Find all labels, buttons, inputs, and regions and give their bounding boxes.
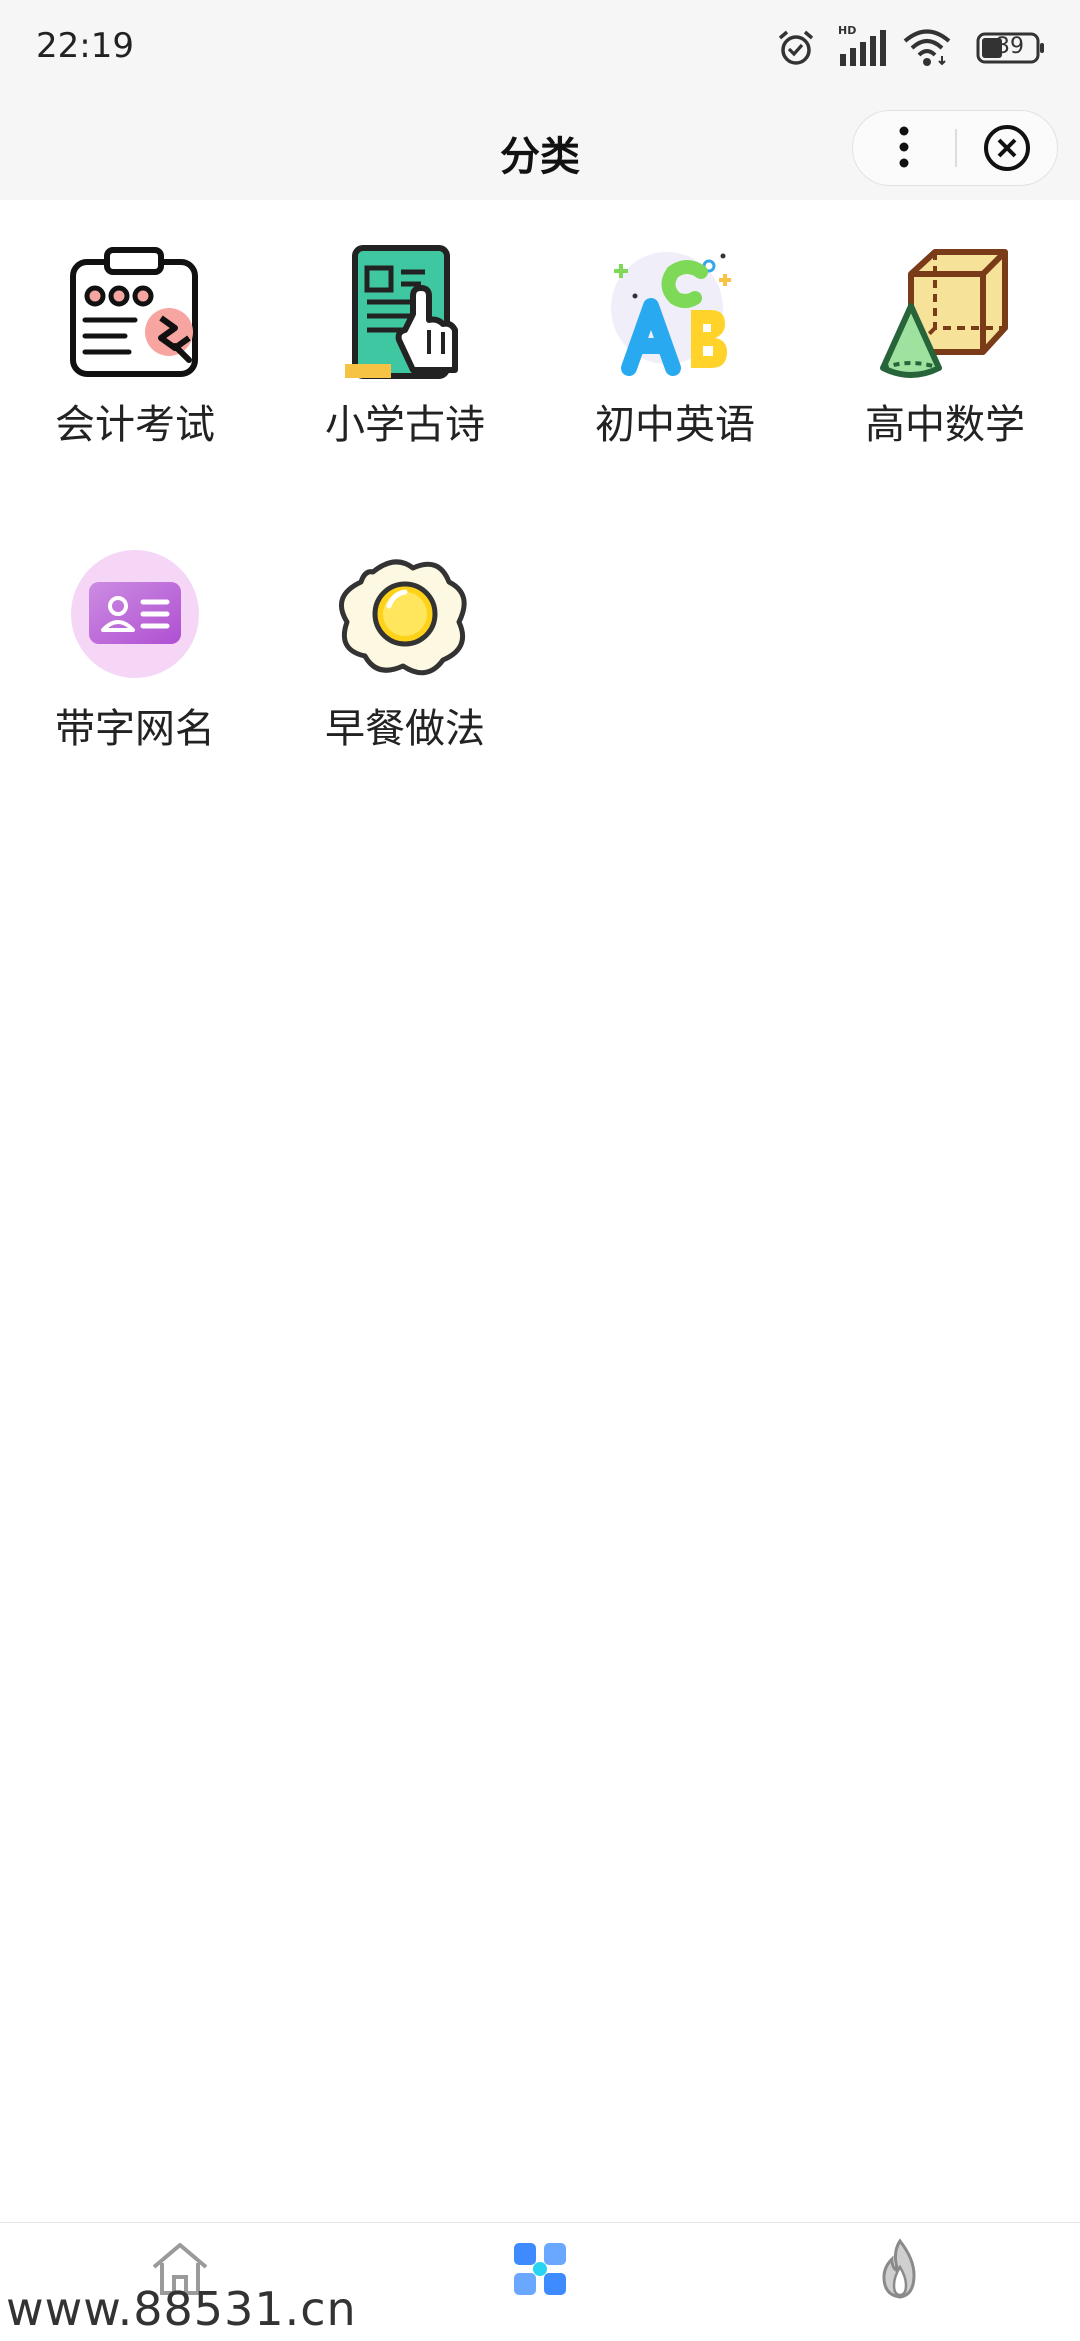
tablet-reading-icon [335, 244, 475, 384]
status-bar: 22:19 HD 39 [0, 0, 1080, 96]
more-button[interactable] [853, 111, 955, 184]
category-item-junior-english[interactable]: 初中英语 [540, 244, 810, 484]
tab-category[interactable] [360, 2223, 720, 2341]
category-item-ancient-poems[interactable]: 小学古诗 [270, 244, 540, 484]
category-item-nicknames[interactable]: 带字网名 [0, 548, 270, 788]
category-item-breakfast[interactable]: 早餐做法 [270, 548, 540, 788]
category-grid-icon [514, 2243, 566, 2295]
watermark-text: www.88531.cn [6, 2282, 357, 2336]
geometry-shapes-icon [875, 244, 1015, 384]
battery-level: 39 [996, 34, 1024, 59]
mini-program-capsule [852, 110, 1058, 186]
category-label: 早餐做法 [325, 706, 485, 752]
signal-icon: HD [838, 24, 886, 66]
battery-icon: 39 [976, 32, 1046, 64]
accounting-clipboard-icon [65, 244, 205, 384]
tab-hot[interactable] [720, 2223, 1080, 2341]
wifi-icon [903, 29, 951, 66]
status-time: 22:19 [36, 26, 134, 66]
fried-egg-icon [335, 548, 475, 688]
abc-letters-icon [605, 244, 745, 384]
more-dots-icon [899, 126, 909, 168]
id-card-icon [65, 548, 205, 688]
close-button[interactable] [957, 111, 1057, 184]
alarm-icon [778, 30, 814, 65]
category-item-accounting[interactable]: 会计考试 [0, 244, 270, 484]
close-circle-icon [984, 125, 1030, 171]
category-label: 会计考试 [55, 402, 215, 448]
flame-icon [882, 2238, 916, 2299]
category-item-senior-math[interactable]: 高中数学 [810, 244, 1080, 484]
category-label: 初中英语 [595, 402, 755, 448]
category-label: 小学古诗 [325, 402, 485, 448]
category-label: 带字网名 [55, 706, 215, 752]
nav-bar: 分类 [0, 96, 1080, 200]
network-label: HD [838, 24, 856, 37]
category-label: 高中数学 [865, 402, 1025, 448]
